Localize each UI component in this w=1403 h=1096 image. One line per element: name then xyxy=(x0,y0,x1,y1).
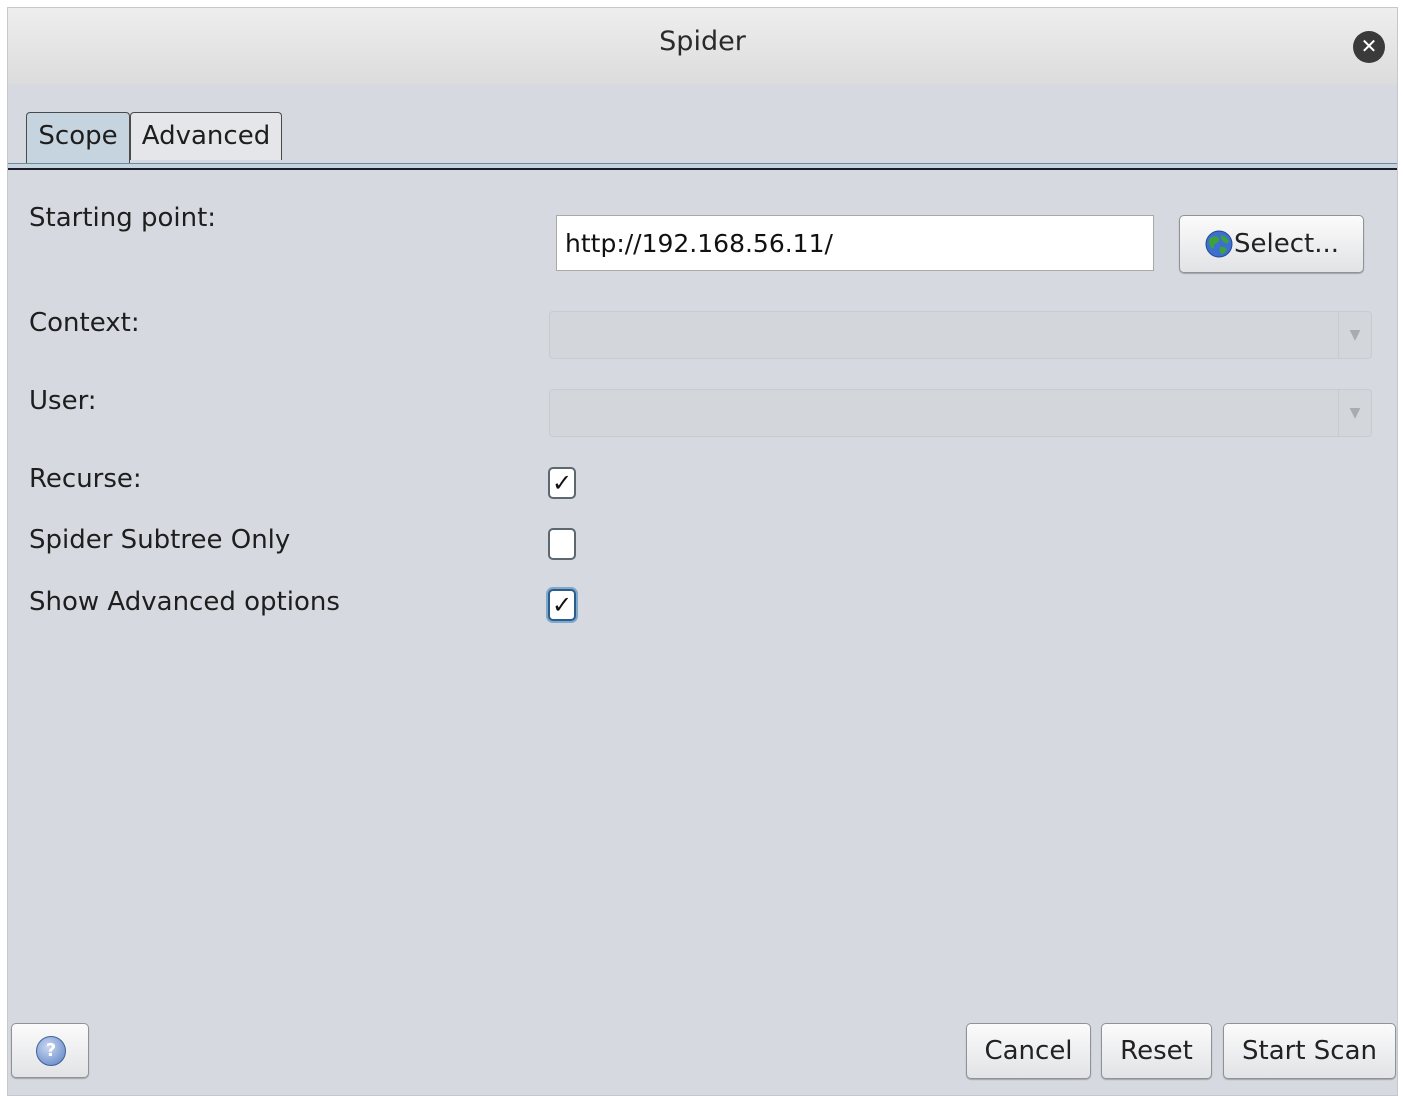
tab-bar: Scope Advanced xyxy=(8,108,1397,172)
show-advanced-checkbox[interactable]: ✓ xyxy=(548,589,576,621)
spider-dialog: Spider ✕ Scope Advanced Starting point: … xyxy=(7,7,1398,1096)
help-icon: ? xyxy=(36,1036,66,1066)
reset-button[interactable]: Reset xyxy=(1101,1023,1212,1079)
recurse-checkbox[interactable]: ✓ xyxy=(548,467,576,499)
tab-advanced[interactable]: Advanced xyxy=(130,112,282,160)
chevron-down-icon[interactable]: ▼ xyxy=(1338,390,1371,436)
dialog-title: Spider xyxy=(659,26,746,57)
user-label: User: xyxy=(29,386,97,416)
context-label: Context: xyxy=(29,308,140,338)
context-select[interactable]: ▼ xyxy=(549,311,1372,359)
close-icon[interactable]: ✕ xyxy=(1353,31,1385,63)
starting-point-input[interactable] xyxy=(556,215,1154,271)
chevron-down-icon[interactable]: ▼ xyxy=(1338,312,1371,358)
show-advanced-label: Show Advanced options xyxy=(29,587,340,617)
select-button[interactable]: Select... xyxy=(1179,215,1364,273)
cancel-button[interactable]: Cancel xyxy=(966,1023,1091,1079)
select-button-label: Select... xyxy=(1233,229,1339,259)
tab-divider xyxy=(8,163,1397,170)
start-scan-button[interactable]: Start Scan xyxy=(1223,1023,1396,1079)
tab-scope[interactable]: Scope xyxy=(26,112,130,164)
recurse-label: Recurse: xyxy=(29,464,142,494)
user-select[interactable]: ▼ xyxy=(549,389,1372,437)
help-button[interactable]: ? xyxy=(11,1023,89,1078)
globe-icon xyxy=(1205,230,1233,258)
subtree-only-checkbox[interactable] xyxy=(548,528,576,560)
starting-point-label: Starting point: xyxy=(29,203,217,233)
subtree-only-label: Spider Subtree Only xyxy=(29,525,291,555)
title-bar: Spider ✕ xyxy=(8,8,1397,84)
